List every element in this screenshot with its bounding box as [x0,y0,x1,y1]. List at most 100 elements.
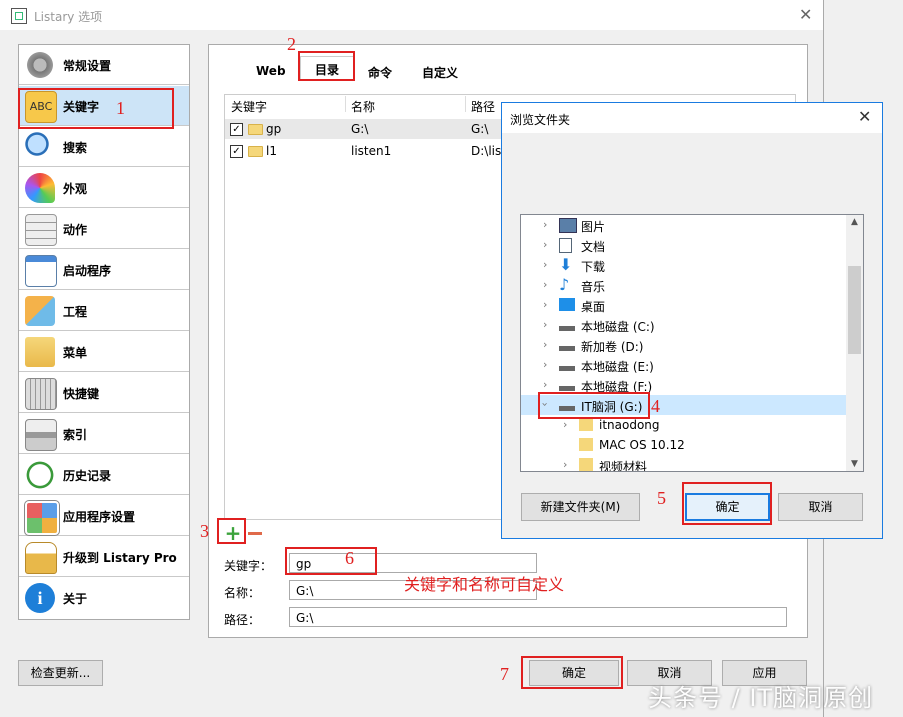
tree-item[interactable]: › ♪ 音乐 [521,275,847,295]
sidebar-item-index[interactable]: 索引 [19,414,189,454]
sidebar-item-label: 应用程序设置 [63,510,136,524]
chevron-right-icon[interactable]: › [543,278,547,291]
chevron-right-icon[interactable]: › [543,338,547,351]
sidebar-item-hotkeys[interactable]: 快捷键 [19,373,189,413]
scroll-down-icon[interactable]: ▼ [851,459,858,469]
folder-icon [579,438,593,451]
desktop-icon [559,298,575,311]
tree-item[interactable]: › 本地磁盘 (C:) [521,315,847,335]
chevron-right-icon[interactable]: › [543,318,547,331]
tree-item[interactable]: › 桌面 [521,295,847,315]
column-header-path[interactable]: 路径 [471,98,495,115]
tree-item[interactable]: › 视频材料 [521,455,847,471]
annotation-box-7 [521,656,623,689]
sidebar-item-actions[interactable]: 动作 [19,209,189,249]
chevron-right-icon[interactable]: › [543,238,547,251]
tree-item[interactable]: MAC OS 10.12 [521,435,847,455]
sidebar-item-upgrade[interactable]: 升级到 Listary Pro [19,537,189,577]
tab-custom[interactable]: 自定义 [422,64,458,81]
tree-item[interactable]: › 文档 [521,235,847,255]
tree-item[interactable]: › ⬇ 下载 [521,255,847,275]
path-field[interactable]: G:\ [289,607,787,627]
remove-icon[interactable] [248,532,262,535]
keyword-label: 关键字： [224,559,273,573]
annotation-note: 关键字和名称可自定义 [404,575,565,594]
chevron-right-icon[interactable]: › [543,358,547,371]
folder-icon [248,124,263,135]
title-bar: Listary 选项 ✕ [0,0,823,30]
download-icon: ⬇ [559,255,573,274]
dialog-cancel-button[interactable]: 取消 [778,493,863,521]
tree-item-label: 音乐 [581,280,606,294]
tab-web[interactable]: Web [256,64,286,78]
chevron-right-icon[interactable]: › [563,418,567,431]
chevron-right-icon[interactable]: › [543,258,547,271]
column-divider [465,96,466,112]
keyboard-icon [25,378,57,410]
sidebar-item-label: 索引 [63,428,88,442]
column-header-keyword[interactable]: 关键字 [231,98,267,115]
tree-item-label: 下载 [581,260,606,274]
row-checkbox[interactable]: ✓ [230,123,243,136]
sidebar-item-label: 升级到 Listary Pro [63,551,177,565]
column-header-name[interactable]: 名称 [351,98,375,115]
sidebar-item-appearance[interactable]: 外观 [19,168,189,208]
cell-keyword: l1 [266,144,277,158]
lock-icon [25,542,57,574]
chevron-right-icon[interactable]: › [543,298,547,311]
annotation-number-5: 5 [657,488,666,508]
tree-item-label: itnaodong [599,418,660,432]
sidebar-item-label: 工程 [63,305,88,319]
tree-item-label: 桌面 [581,300,606,314]
sidebar-item-general[interactable]: 常规设置 [19,45,189,85]
scroll-up-icon[interactable]: ▲ [851,217,858,227]
annotation-box-2 [298,51,355,81]
chevron-right-icon[interactable]: › [563,458,567,471]
sidebar-item-app-settings[interactable]: 应用程序设置 [19,496,189,536]
cell-path: G:\ [471,122,489,136]
tree-item-label: MAC OS 10.12 [599,438,685,452]
annotation-number-1: 1 [116,98,125,118]
sidebar-item-project[interactable]: 工程 [19,291,189,331]
annotation-box-5 [682,482,772,525]
sidebar-item-search[interactable]: 搜索 [19,127,189,167]
tree-item-label: 新加卷 (D:) [581,340,644,354]
new-folder-button[interactable]: 新建文件夹(M) [521,493,640,521]
row-checkbox[interactable]: ✓ [230,145,243,158]
annotation-box-6 [285,547,377,575]
sidebar-item-menu[interactable]: 菜单 [19,332,189,372]
sidebar: 常规设置 ABC 关键字 搜索 外观 动作 启动程序 工程 菜单 快捷键 索引 … [18,44,190,620]
annotation-box-4 [538,392,650,419]
drive-icon [25,419,57,451]
music-icon: ♪ [559,275,570,294]
sidebar-item-launch[interactable]: 启动程序 [19,250,189,290]
chevron-right-icon[interactable]: › [543,378,547,391]
scrollbar-thumb[interactable] [848,266,861,354]
cell-keyword: gp [266,122,282,136]
close-icon[interactable]: ✕ [799,5,812,24]
folder-icon [579,418,593,431]
sidebar-item-about[interactable]: i 关于 [19,578,189,618]
annotation-number-7: 7 [500,664,509,684]
dialog-title: 浏览文件夹 [510,113,571,127]
magnifier-icon [25,132,55,162]
tree-item[interactable]: › 本地磁盘 (E:) [521,355,847,375]
tree-item[interactable]: › 图片 [521,215,847,235]
tab-command[interactable]: 命令 [368,64,392,81]
name-label: 名称： [224,586,261,600]
annotation-box-1 [18,88,174,129]
drive-icon [559,358,575,371]
path-label: 路径： [224,613,261,627]
folder-icon [579,458,593,471]
sidebar-item-label: 关于 [63,592,88,606]
folder-icon [248,146,263,157]
tree-item[interactable]: › 新加卷 (D:) [521,335,847,355]
annotation-number-2: 2 [287,34,296,54]
chevron-right-icon[interactable]: › [543,218,547,231]
folder-tree[interactable]: › 图片 › 文档 › ⬇ 下载 › ♪ 音乐 › 桌面 › 本地磁盘 (C:) › 新加卷 (D… [520,214,864,472]
sidebar-item-history[interactable]: 历史记录 [19,455,189,495]
pictures-icon [559,218,577,233]
check-updates-button[interactable]: 检查更新... [18,660,103,686]
gear-icon [25,50,55,80]
dialog-close-icon[interactable]: ✕ [858,107,871,126]
